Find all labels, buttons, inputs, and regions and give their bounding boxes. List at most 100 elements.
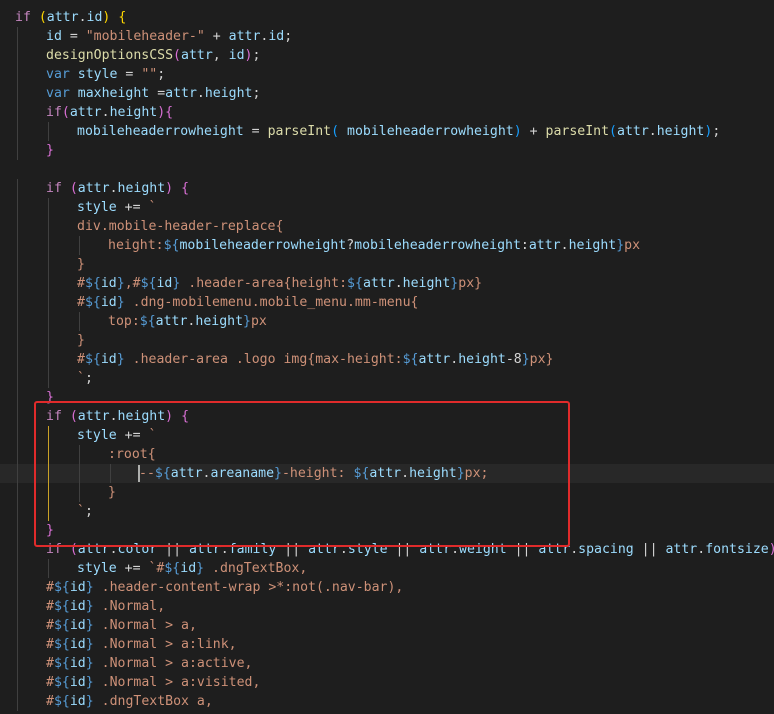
code-token: ; bbox=[712, 124, 721, 139]
code-text: #${id} .Normal > a, bbox=[46, 616, 197, 635]
indent-guide bbox=[17, 369, 18, 388]
code-token: . bbox=[450, 352, 459, 367]
indent-guide bbox=[17, 350, 18, 369]
code-token: attr bbox=[77, 181, 110, 196]
code-token: . bbox=[196, 86, 205, 101]
code-line[interactable]: --${attr.areaname}-height: ${attr.height… bbox=[0, 464, 774, 483]
code-text: div.mobile-header-replace{ bbox=[77, 217, 283, 236]
code-line[interactable]: #${id} .Normal > a:visited, bbox=[0, 673, 774, 692]
code-token: ( bbox=[173, 48, 181, 63]
code-line[interactable]: #${id} .Normal, bbox=[0, 597, 774, 616]
code-token: .Normal > a:link, bbox=[93, 637, 237, 652]
code-line[interactable]: if (attr.height) { bbox=[0, 407, 774, 426]
code-token: style bbox=[77, 561, 117, 576]
code-token: ( bbox=[38, 10, 47, 25]
code-text: var maxheight =attr.height; bbox=[46, 84, 260, 103]
code-token: ${ bbox=[53, 694, 70, 709]
code-line[interactable]: top:${attr.height}px bbox=[0, 312, 774, 331]
code-token: # bbox=[46, 656, 54, 671]
code-line[interactable]: } bbox=[0, 388, 774, 407]
indent-guide bbox=[17, 635, 18, 654]
code-token: "mobileheader-" bbox=[85, 29, 205, 44]
code-token: attr bbox=[77, 542, 110, 557]
code-line[interactable]: `; bbox=[0, 502, 774, 521]
code-line[interactable]: mobileheaderrowheight = parseInt( mobile… bbox=[0, 122, 774, 141]
code-line[interactable]: :root{ bbox=[0, 445, 774, 464]
code-text: `; bbox=[77, 369, 93, 388]
code-line[interactable]: #${id},#${id} .header-area{height:${attr… bbox=[0, 274, 774, 293]
indent-guide bbox=[17, 616, 18, 635]
code-token: ${ bbox=[347, 276, 363, 291]
code-line[interactable]: } bbox=[0, 331, 774, 350]
code-token: || bbox=[276, 542, 309, 557]
code-line[interactable]: #${id} .Normal > a:link, bbox=[0, 635, 774, 654]
code-text: `; bbox=[77, 502, 93, 521]
code-line[interactable]: if (attr.color || attr.family || attr.st… bbox=[0, 540, 774, 559]
code-token: # bbox=[46, 618, 54, 633]
code-editor[interactable]: if (attr.id) {id = "mobileheader-" + att… bbox=[0, 0, 774, 714]
code-text: style += ` bbox=[77, 426, 156, 445]
indent-guide bbox=[48, 559, 49, 578]
text-cursor bbox=[138, 465, 140, 482]
code-token: px} bbox=[529, 352, 554, 367]
code-line[interactable]: #${id} .dngTextBox a, bbox=[0, 692, 774, 711]
code-line[interactable]: style += `#${id} .dngTextBox, bbox=[0, 559, 774, 578]
code-line[interactable]: } bbox=[0, 521, 774, 540]
code-token: . bbox=[570, 542, 579, 557]
code-token: attr bbox=[165, 86, 197, 101]
indent-guide bbox=[79, 236, 80, 255]
code-line[interactable]: } bbox=[0, 483, 774, 502]
code-token: -8 bbox=[505, 352, 522, 367]
code-text: style += ` bbox=[77, 198, 156, 217]
code-line[interactable]: if(attr.height){ bbox=[0, 103, 774, 122]
code-line[interactable]: var style = ""; bbox=[0, 65, 774, 84]
code-line[interactable]: #${id} .header-area .logo img{max-height… bbox=[0, 350, 774, 369]
code-token: height bbox=[195, 314, 244, 329]
indent-guide bbox=[17, 84, 18, 103]
code-token: attr bbox=[228, 29, 261, 44]
code-token: . bbox=[697, 542, 706, 557]
code-line[interactable]: style += ` bbox=[0, 198, 774, 217]
code-line[interactable] bbox=[0, 160, 774, 179]
code-token: .dngTextBox, bbox=[204, 561, 308, 576]
code-token: attr bbox=[419, 542, 452, 557]
code-line[interactable]: height:${mobileheaderrowheight?mobilehea… bbox=[0, 236, 774, 255]
code-token: ; bbox=[84, 371, 93, 386]
code-line[interactable]: `; bbox=[0, 369, 774, 388]
code-token: ( bbox=[69, 542, 78, 557]
code-token: } bbox=[85, 637, 94, 652]
code-line[interactable]: #${id} .Normal > a, bbox=[0, 616, 774, 635]
indent-guide bbox=[17, 464, 18, 483]
code-token: } bbox=[46, 390, 54, 405]
code-token: } bbox=[46, 523, 54, 538]
code-line[interactable]: style += ` bbox=[0, 426, 774, 445]
code-token: ${ bbox=[353, 466, 370, 481]
code-token: } bbox=[85, 675, 94, 690]
code-line[interactable]: if (attr.id) { bbox=[0, 8, 774, 27]
code-token: ${ bbox=[53, 618, 70, 633]
code-text: #${id} .header-content-wrap >*:not(.nav-… bbox=[46, 578, 403, 597]
code-token: attr bbox=[362, 276, 395, 291]
code-line[interactable]: designOptionsCSS(attr, id); bbox=[0, 46, 774, 65]
code-token: { bbox=[165, 105, 174, 120]
code-line[interactable]: if (attr.height) { bbox=[0, 179, 774, 198]
code-line[interactable]: } bbox=[0, 141, 774, 160]
code-line[interactable]: } bbox=[0, 255, 774, 274]
code-text: #${id},#${id} .header-area{height:${attr… bbox=[77, 274, 482, 293]
code-line[interactable]: #${id} .Normal > a:active, bbox=[0, 654, 774, 673]
code-line[interactable]: div.mobile-header-replace{ bbox=[0, 217, 774, 236]
code-line[interactable]: var maxheight =attr.height; bbox=[0, 84, 774, 103]
code-text: designOptionsCSS(attr, id); bbox=[46, 46, 260, 65]
code-line[interactable]: #${id} .header-content-wrap >*:not(.nav-… bbox=[0, 578, 774, 597]
code-token: } bbox=[116, 276, 125, 291]
code-line[interactable]: id = "mobileheader-" + attr.id; bbox=[0, 27, 774, 46]
code-token: style bbox=[77, 428, 117, 443]
code-text: height:${mobileheaderrowheight?mobilehea… bbox=[108, 236, 640, 255]
code-token: div.mobile-header-replace{ bbox=[77, 219, 284, 234]
code-token: ) bbox=[157, 105, 166, 120]
code-line[interactable]: #${id} .dng-mobilemenu.mobile_menu.mm-me… bbox=[0, 293, 774, 312]
